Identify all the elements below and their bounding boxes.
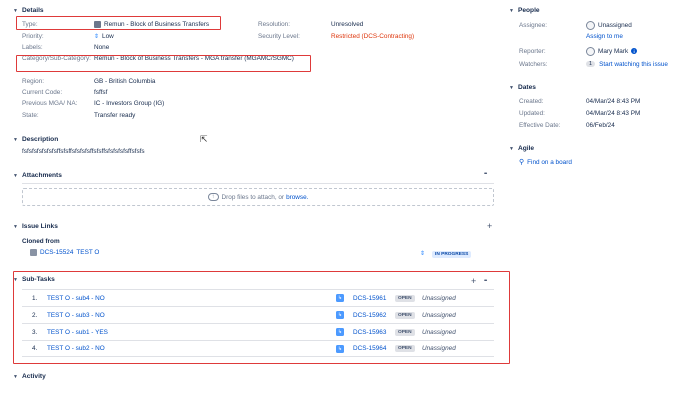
- priority-low-icon: ⇕: [94, 33, 100, 40]
- assignee-value: Unassigned: [598, 21, 632, 29]
- description-text[interactable]: fsfsfsfsfsfsfsffsfsffsfsfsfsffsfsffsfsfs…: [22, 148, 145, 155]
- description-section-header[interactable]: ▼ Description: [13, 136, 58, 143]
- effective-date-label: Effective Date:: [519, 121, 561, 129]
- agile-title: Agile: [517, 145, 535, 152]
- field-label: Security Level:: [258, 32, 300, 40]
- field-security-level: Security Level: Restricted (DCS-Contract…: [258, 31, 414, 41]
- effective-date-row: Effective Date: 06/Feb/24: [519, 120, 615, 130]
- state-value: Transfer ready: [94, 111, 136, 119]
- updated-value: 04/Mar/24 8:43 PM: [586, 109, 641, 117]
- dates-section-header[interactable]: ▼ Dates: [509, 84, 536, 91]
- field-label: State:: [22, 111, 39, 119]
- issue-type-icon: [30, 249, 37, 256]
- created-row: Created: 04/Mar/24 8:43 PM: [519, 96, 640, 106]
- field-current-code: Current Code: fsffsf: [22, 87, 107, 97]
- linked-issue-status: IN PROGRESS: [432, 250, 472, 258]
- field-label: Current Code:: [22, 88, 63, 96]
- start-watching-link[interactable]: Start watching this issue: [599, 61, 668, 68]
- previous-mga-value: IC - Investors Group (IG): [94, 99, 165, 107]
- avatar: [586, 20, 595, 30]
- labels-value: None: [94, 43, 110, 51]
- add-issue-link-button[interactable]: +: [487, 221, 492, 231]
- updated-label: Updated:: [519, 109, 545, 117]
- chevron-down-icon: ▼: [13, 223, 18, 230]
- attachments-dropzone[interactable]: ↑ Drop files to attach, or browse.: [22, 188, 494, 206]
- attachments-title: Attachments: [21, 172, 62, 179]
- linked-issue-summary[interactable]: TEST O: [76, 249, 99, 256]
- details-title: Details: [21, 7, 44, 14]
- chevron-down-icon: ▼: [13, 172, 18, 179]
- chevron-down-icon: ▼: [13, 7, 18, 14]
- description-title: Description: [21, 136, 59, 143]
- field-label: Previous MGA/ NA:: [22, 99, 78, 107]
- region-value: GB - British Columbia: [94, 77, 156, 85]
- linked-issue[interactable]: DCS-15524 TEST O: [30, 249, 99, 256]
- priority-value: Low: [102, 32, 114, 40]
- highlight-category-box: [16, 55, 311, 72]
- created-label: Created:: [519, 97, 544, 105]
- watchers-row: Watchers: 1 Start watching this issue: [519, 59, 668, 69]
- info-icon[interactable]: i: [631, 48, 638, 54]
- field-label: Region:: [22, 77, 45, 85]
- dates-title: Dates: [517, 84, 536, 91]
- attachments-section-header[interactable]: ▼ Attachments: [13, 172, 62, 179]
- current-code-value: fsffsf: [94, 88, 108, 96]
- chevron-down-icon: ▼: [509, 84, 514, 91]
- field-priority: Priority: ⇕ Low: [22, 31, 114, 41]
- field-state: State: Transfer ready: [22, 110, 135, 120]
- field-label: Resolution:: [258, 20, 290, 28]
- linked-issue-key[interactable]: DCS-15524: [40, 249, 73, 256]
- activity-title: Activity: [21, 373, 46, 380]
- find-on-board-link[interactable]: Find on a board: [527, 159, 572, 166]
- field-label: Priority:: [22, 32, 44, 40]
- chevron-down-icon: ▼: [509, 145, 514, 152]
- details-section-header[interactable]: ▼ Details: [13, 7, 44, 14]
- browse-link[interactable]: browse.: [286, 194, 308, 201]
- people-title: People: [517, 7, 540, 14]
- field-previous-mga: Previous MGA/ NA: IC - Investors Group (…: [22, 98, 164, 108]
- priority-low-icon: ⇕: [420, 251, 426, 257]
- chevron-down-icon: ▼: [13, 136, 18, 143]
- effective-date-value: 06/Feb/24: [586, 121, 615, 129]
- reporter-row: Reporter: Mary Mark i: [519, 46, 638, 56]
- issue-links-title: Issue Links: [21, 223, 58, 230]
- cloned-from-label: Cloned from: [22, 238, 60, 245]
- upload-cloud-icon: ↑: [207, 193, 219, 201]
- avatar: [586, 46, 595, 56]
- reporter-label: Reporter:: [519, 47, 546, 55]
- field-region: Region: GB - British Columbia: [22, 76, 155, 86]
- drop-text: Drop files to attach, or: [221, 193, 285, 201]
- reporter-value[interactable]: Mary Mark: [598, 48, 628, 55]
- watchers-label: Watchers:: [519, 60, 548, 68]
- activity-section-header[interactable]: ▼ Activity: [13, 373, 46, 380]
- highlight-subtasks-box: [13, 271, 510, 364]
- people-section-header[interactable]: ▼ People: [509, 7, 540, 14]
- attachments-divider: [22, 183, 494, 184]
- resolution-value: Unresolved: [331, 20, 364, 28]
- mouse-cursor-icon: ⇱: [200, 134, 208, 144]
- find-on-board[interactable]: ⚲ Find on a board: [519, 158, 572, 167]
- field-value-wrap: ⇕ Low: [94, 33, 114, 40]
- watchers-count[interactable]: 1: [586, 61, 596, 67]
- chevron-down-icon: ▼: [13, 373, 18, 380]
- assignee-row: Assignee: Unassigned: [519, 20, 632, 30]
- assign-to-me-link[interactable]: Assign to me: [586, 33, 623, 40]
- highlight-type-box: [16, 16, 221, 30]
- security-level-value: Restricted (DCS-Contracting): [331, 32, 415, 40]
- assignee-label: Assignee:: [519, 21, 548, 29]
- field-resolution: Resolution: Unresolved: [258, 19, 363, 29]
- status-badge: IN PROGRESS: [432, 251, 472, 258]
- field-label: Labels:: [22, 43, 43, 51]
- updated-row: Updated: 04/Mar/24 8:43 PM: [519, 108, 640, 118]
- created-value: 04/Mar/24 8:43 PM: [586, 97, 641, 105]
- field-labels: Labels: None: [22, 42, 109, 52]
- attachments-more-button[interactable]: •••: [484, 171, 487, 177]
- issue-links-section-header[interactable]: ▼ Issue Links: [13, 223, 58, 230]
- chevron-down-icon: ▼: [509, 7, 514, 14]
- search-icon: ⚲: [519, 159, 525, 166]
- agile-section-header[interactable]: ▼ Agile: [509, 145, 534, 152]
